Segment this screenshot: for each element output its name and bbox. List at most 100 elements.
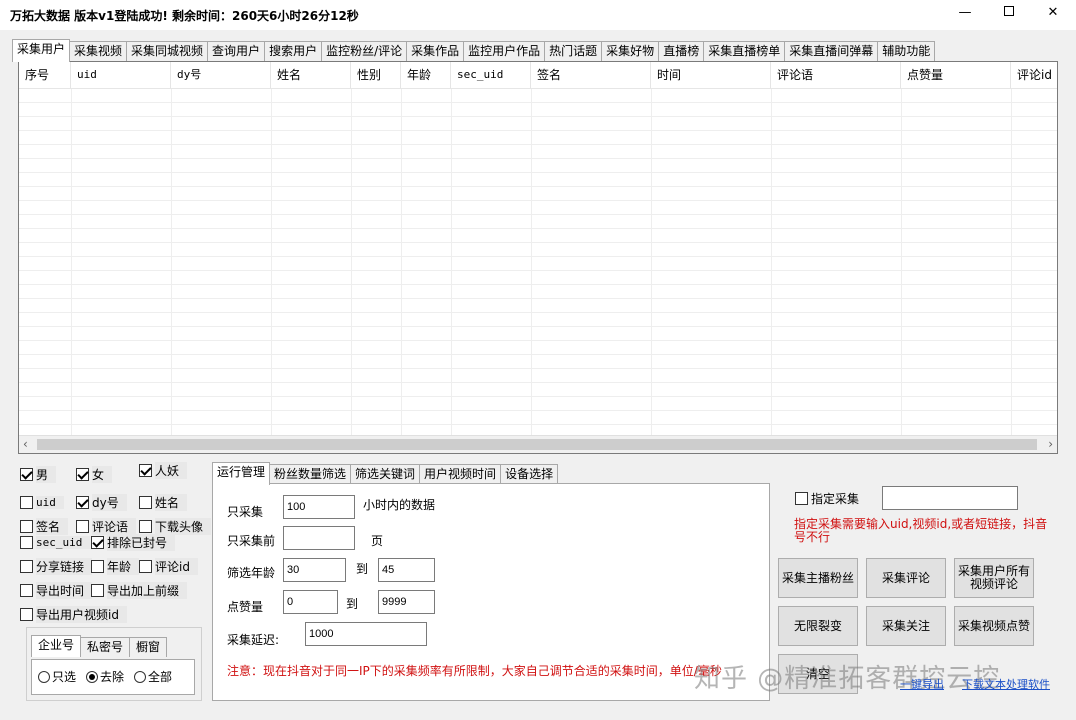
checkbox-comment-id[interactable]: 评论id [139, 557, 198, 575]
tab-collect-live-danmaku[interactable]: 采集直播间弹幕 [784, 41, 879, 61]
checkbox-uid[interactable]: uid [20, 494, 64, 510]
tab-enterprise-account[interactable]: 企业号 [31, 635, 82, 657]
checkbox-shemale[interactable]: 人妖 [139, 461, 188, 479]
scroll-left-icon[interactable]: ‹ [23, 437, 28, 451]
data-table[interactable]: 序号 uid dy号 姓名 性别 年龄 sec_uid 签名 时间 评论语 点赞… [18, 61, 1058, 454]
tab-collect-local-videos[interactable]: 采集同城视频 [126, 41, 209, 61]
likes-to-input[interactable]: 9999 [378, 590, 435, 614]
column-header[interactable]: uid [71, 62, 171, 89]
tab-collect-videos[interactable]: 采集视频 [69, 41, 128, 61]
column-header[interactable]: 性别 [351, 62, 401, 89]
checkbox-box[interactable] [795, 491, 808, 505]
tab-device-select[interactable]: 设备选择 [500, 464, 559, 484]
checkbox-box[interactable] [20, 535, 33, 549]
tab-live-ranking[interactable]: 直播榜 [658, 41, 705, 61]
tab-private-account[interactable]: 私密号 [80, 637, 131, 657]
column-header[interactable]: 评论id [1011, 62, 1057, 89]
resize-grip-icon[interactable] [1062, 706, 1074, 718]
maximize-button[interactable] [986, 0, 1032, 28]
scroll-thumb[interactable] [37, 439, 1037, 450]
checkbox-specified-collect[interactable]: 指定采集 [795, 490, 859, 506]
column-header[interactable]: 点赞量 [901, 62, 1011, 89]
radio-dot[interactable] [134, 670, 146, 683]
tab-monitor-fans-comments[interactable]: 监控粉丝/评论 [321, 41, 408, 61]
download-text-tool-link[interactable]: 下载文本处理软件 [962, 676, 1050, 692]
close-button[interactable]: ✕ [1030, 0, 1076, 28]
age-to-input[interactable]: 45 [378, 558, 435, 582]
radio-exclude[interactable]: 去除 [86, 668, 124, 685]
checkbox-comment[interactable]: 评论语 [76, 517, 137, 535]
checkbox-name[interactable]: 姓名 [139, 493, 188, 511]
radio-all[interactable]: 全部 [134, 668, 172, 685]
column-header[interactable]: 签名 [531, 62, 651, 89]
tab-search-users[interactable]: 搜索用户 [264, 41, 323, 61]
tab-keyword-filter[interactable]: 筛选关键词 [350, 464, 421, 484]
checkbox-box[interactable] [20, 519, 33, 533]
tab-collect-works[interactable]: 采集作品 [406, 41, 465, 61]
age-from-input[interactable]: 30 [283, 558, 346, 582]
checkbox-sec-uid[interactable]: sec_uid [20, 534, 91, 550]
column-header[interactable]: 序号 [19, 62, 71, 89]
radio-dot[interactable] [38, 670, 50, 683]
checkbox-box[interactable] [139, 495, 152, 509]
tab-run-management[interactable]: 运行管理 [212, 462, 271, 485]
checkbox-box[interactable] [76, 467, 89, 481]
collect-streamer-fans-button[interactable]: 采集主播粉丝 [778, 558, 858, 598]
collect-comments-button[interactable]: 采集评论 [866, 558, 946, 598]
column-header[interactable]: 时间 [651, 62, 771, 89]
column-header[interactable]: 年龄 [401, 62, 451, 89]
checkbox-box[interactable] [139, 519, 152, 533]
tab-user-video-time[interactable]: 用户视频时间 [419, 464, 502, 484]
tab-hot-topics[interactable]: 热门话题 [544, 41, 603, 61]
checkbox-box[interactable] [20, 495, 33, 509]
tab-fan-count-filter[interactable]: 粉丝数量筛选 [269, 464, 352, 484]
column-header[interactable]: sec_uid [451, 62, 531, 89]
checkbox-box[interactable] [20, 583, 33, 597]
tab-collect-goods[interactable]: 采集好物 [601, 41, 660, 61]
horizontal-scrollbar[interactable]: ‹ › [19, 435, 1057, 453]
scroll-right-icon[interactable]: › [1048, 437, 1053, 451]
checkbox-box[interactable] [20, 559, 33, 573]
checkbox-download-avatar[interactable]: 下载头像 [139, 517, 212, 535]
specified-collect-input[interactable] [882, 486, 1018, 510]
delay-input[interactable]: 1000 [305, 622, 427, 646]
checkbox-box[interactable] [139, 463, 152, 477]
likes-from-input[interactable]: 0 [283, 590, 338, 614]
column-header[interactable]: 姓名 [271, 62, 351, 89]
checkbox-box[interactable] [76, 519, 89, 533]
infinite-fission-button[interactable]: 无限裂变 [778, 606, 858, 646]
radio-only-select[interactable]: 只选 [38, 668, 76, 685]
checkbox-share-link[interactable]: 分享链接 [20, 557, 93, 575]
only-collect-hours-input[interactable]: 100 [283, 495, 355, 519]
tab-monitor-user-works[interactable]: 监控用户作品 [463, 41, 546, 61]
tab-auxiliary[interactable]: 辅助功能 [877, 41, 936, 61]
minimize-button[interactable]: — [942, 0, 988, 28]
tab-collect-users[interactable]: 采集用户 [12, 39, 71, 62]
checkbox-export-video-id[interactable]: 导出用户视频id [20, 605, 127, 623]
radio-dot[interactable] [86, 670, 98, 683]
collect-all-video-comments-button[interactable]: 采集用户所有视频评论 [954, 558, 1034, 598]
tab-showcase[interactable]: 橱窗 [129, 637, 168, 657]
checkbox-box[interactable] [76, 495, 89, 509]
column-header[interactable]: 评论语 [771, 62, 901, 89]
before-pages-input[interactable] [283, 526, 355, 550]
collect-following-button[interactable]: 采集关注 [866, 606, 946, 646]
export-link[interactable]: 一键导出 [900, 676, 944, 692]
checkbox-dy-number[interactable]: dy号 [76, 493, 127, 511]
checkbox-export-prefix[interactable]: 导出加上前缀 [91, 581, 188, 599]
checkbox-box[interactable] [91, 535, 104, 549]
tab-collect-live-ranking[interactable]: 采集直播榜单 [703, 41, 786, 61]
checkbox-box[interactable] [91, 559, 104, 573]
checkbox-export-time[interactable]: 导出时间 [20, 581, 93, 599]
checkbox-signature[interactable]: 签名 [20, 517, 69, 535]
checkbox-male[interactable]: 男 [20, 465, 57, 483]
tab-query-users[interactable]: 查询用户 [207, 41, 266, 61]
checkbox-box[interactable] [91, 583, 104, 597]
checkbox-box[interactable] [139, 559, 152, 573]
collect-video-likes-button[interactable]: 采集视频点赞 [954, 606, 1034, 646]
checkbox-box[interactable] [20, 607, 33, 621]
checkbox-exclude-banned[interactable]: 排除已封号 [91, 533, 176, 551]
checkbox-box[interactable] [20, 467, 33, 481]
checkbox-age[interactable]: 年龄 [91, 557, 140, 575]
column-header[interactable]: dy号 [171, 62, 271, 89]
